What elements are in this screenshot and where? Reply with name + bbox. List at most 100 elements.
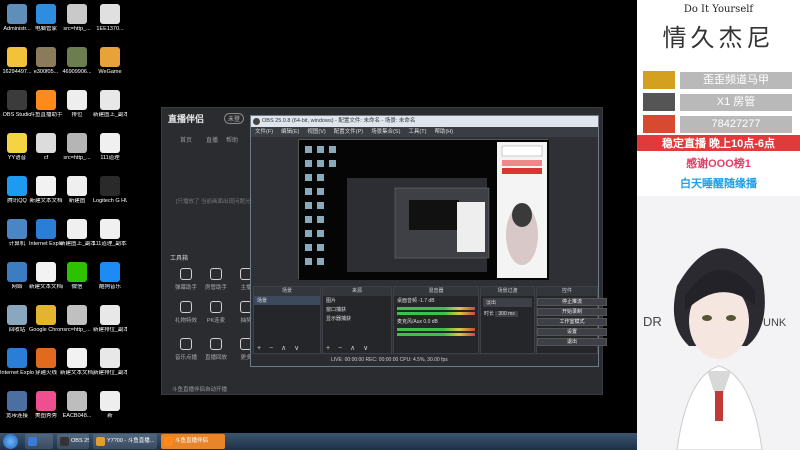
desktop-icon[interactable]: 新建文本文档(2) xyxy=(29,262,63,291)
stop-streaming-button[interactable]: 停止推流 xyxy=(537,298,607,306)
start-button[interactable] xyxy=(3,434,18,449)
desktop-icon[interactable]: 电脑管家 xyxy=(29,4,63,33)
desktop-icon[interactable]: Google Chrome xyxy=(29,305,63,334)
toolbox-item[interactable]: 直播回放 xyxy=(200,338,232,361)
studio-mode-button[interactable]: 工作室模式 xyxy=(537,318,607,326)
toolbox-item[interactable]: PK连麦 xyxy=(200,301,232,324)
desktop-icon[interactable]: 新建图 xyxy=(60,176,94,205)
controls-panel[interactable]: 控件 停止推流 开始录制 工作室模式 设置 退出 xyxy=(536,286,607,354)
desktop-icon-image xyxy=(7,90,27,110)
mixer-channel-name: 麦克风/Aux 0.0 dB xyxy=(397,319,438,325)
desktop-icon-image xyxy=(100,305,120,325)
desktop-icon-image xyxy=(36,262,56,282)
desktop-icon[interactable]: Internet Explorer xyxy=(29,219,63,248)
obs-preview[interactable] xyxy=(298,139,549,280)
obs-menu-tools[interactable]: 工具(T) xyxy=(408,127,426,137)
taskbar-item[interactable]: Y7?00 - 斗鱼直播... xyxy=(93,434,157,449)
desktop-icon[interactable]: Logitech G HUB xyxy=(93,176,127,205)
assistant-menu-home[interactable]: 首页 xyxy=(180,135,192,144)
rank-icon xyxy=(643,71,675,89)
duration-input[interactable]: 300 ms xyxy=(495,311,518,317)
desktop-icon[interactable]: src=http_... xyxy=(60,305,94,334)
taskbar-item[interactable]: 斗鱼直播伴侣 xyxy=(161,434,225,449)
desktop-icon[interactable]: 新建排位_副本_副本_副本 xyxy=(93,348,127,377)
desktop-icon-image xyxy=(100,219,120,239)
taskbar-item[interactable]: OBS 25.0.8 (64... xyxy=(57,434,89,449)
desktop-icon[interactable]: 微信 xyxy=(60,262,94,291)
desktop-icon[interactable]: 新建文本文档 xyxy=(29,176,63,205)
duration-row: 时长 300 ms xyxy=(481,309,534,318)
obs-menu-edit[interactable]: 编辑(E) xyxy=(281,127,299,137)
desktop-icon-image xyxy=(100,262,120,282)
audio-meter xyxy=(397,307,475,310)
desktop-icon[interactable]: 新 xyxy=(93,391,127,420)
desktop-icon-label: EACB048... xyxy=(62,413,92,419)
desktop-icon[interactable]: 美图秀秀 xyxy=(29,391,63,420)
desktop-icon[interactable]: 46909906... xyxy=(60,47,94,76)
obs-menu-help[interactable]: 帮助(H) xyxy=(434,127,453,137)
desktop-icon-label: src=http_... xyxy=(63,327,91,333)
desktop-icon[interactable]: src=http_... xyxy=(60,133,94,162)
transition-select[interactable]: 淡出 xyxy=(483,298,532,307)
notice-line: 感谢OOO榜1 xyxy=(637,155,800,171)
desktop-icon[interactable]: 111道理_副本22222_... xyxy=(93,219,127,248)
desktop-icon[interactable]: WeGame xyxy=(93,47,127,76)
desktop-icon[interactable]: 新建文本文档_副本 xyxy=(60,348,94,377)
settings-button[interactable]: 设置 xyxy=(537,328,607,336)
toolbox-item[interactable]: 房管助手 xyxy=(200,268,232,291)
taskbar-item-label: 斗鱼直播伴侣 xyxy=(175,438,209,444)
desktop-icon-image xyxy=(67,305,87,325)
toolbox-item[interactable]: 礼物特效 xyxy=(170,301,202,324)
auto-start-checkbox[interactable]: 斗鱼直播伴侣自动开播 xyxy=(172,385,227,393)
desktop-icon[interactable]: 新建图上_副本3333_副本 xyxy=(93,90,127,119)
exit-button[interactable]: 退出 xyxy=(537,338,607,346)
source-item[interactable]: 窗口捕获 xyxy=(323,305,391,314)
obs-menu-file[interactable]: 文件(F) xyxy=(255,127,273,137)
desktop-icon[interactable]: 111道理 xyxy=(93,133,127,162)
scenes-header: 场景 xyxy=(254,287,320,296)
desktop-icon[interactable]: 穿越火线 xyxy=(29,348,63,377)
desktop-icon[interactable]: src=http_... xyxy=(60,4,94,33)
obs-titlebar[interactable]: OBS 25.0.8 (64-bit, windows) - 配置文件: 未命名… xyxy=(251,116,598,127)
source-item[interactable]: 显示器捕获 xyxy=(323,314,391,323)
desktop-icon-image xyxy=(36,348,56,368)
desktop-icon[interactable]: EACB048... xyxy=(60,391,94,420)
desktop-icon[interactable]: 新建图上_副本 xyxy=(60,219,94,248)
scenes-panel[interactable]: 场景 场景 + − ∧ ∨ xyxy=(253,286,321,354)
assistant-menu-live[interactable]: 直播 xyxy=(206,135,218,144)
desktop-icon[interactable]: 酷狗音乐 xyxy=(93,262,127,291)
desktop-icon[interactable]: 排位 xyxy=(60,90,94,119)
desktop-icon[interactable]: e300f05... xyxy=(29,47,63,76)
desktop-icon[interactable]: 斗鱼直播助手 xyxy=(29,90,63,119)
mixer-channel-name: 桌面音频 -1.7 dB xyxy=(397,298,435,304)
sources-footer-buttons[interactable]: + − ∧ ∨ xyxy=(326,344,371,352)
desktop-icon-label: 排位 xyxy=(71,112,83,118)
assistant-login-badge[interactable]: 未登 xyxy=(224,113,245,124)
desktop-icon-image xyxy=(7,4,27,24)
desktop-icon-image xyxy=(100,47,120,67)
scenes-footer-buttons[interactable]: + − ∧ ∨ xyxy=(257,344,302,352)
rank-row: X1 房管 xyxy=(637,92,800,112)
start-recording-button[interactable]: 开始录制 xyxy=(537,308,607,316)
desktop-icon[interactable]: cf xyxy=(29,133,63,162)
audio-mixer-panel[interactable]: 混音器 桌面音频 -1.7 dB 麦克风/Aux 0.0 dB xyxy=(393,286,479,354)
sources-panel[interactable]: 来源 图片 窗口捕获 显示器捕获 + − ∧ ∨ xyxy=(322,286,392,354)
desktop-icon-label: 斗鱼直播助手 xyxy=(29,112,63,118)
obs-window[interactable]: OBS 25.0.8 (64-bit, windows) - 配置文件: 未命名… xyxy=(250,115,607,367)
toolbox-item[interactable]: 音乐点播 xyxy=(170,338,202,361)
desktop-icon-image xyxy=(67,391,87,411)
assistant-menu-help[interactable]: 帮助 xyxy=(226,135,238,144)
obs-menu-profile[interactable]: 配置文件(P) xyxy=(334,127,363,137)
desktop-icon-label: 新建图上_副本 xyxy=(60,241,94,247)
obs-menu-scene-collection[interactable]: 场景集合(S) xyxy=(371,127,400,137)
toolbox-item[interactable]: 弹幕助手 xyxy=(170,268,202,291)
desktop-icon[interactable]: 新建排位_副本_副本 xyxy=(93,305,127,334)
source-item[interactable]: 图片 xyxy=(323,296,391,305)
taskbar-item[interactable] xyxy=(25,434,53,449)
portrait-graphic: DR UNK xyxy=(637,196,800,450)
obs-menu-view[interactable]: 视图(V) xyxy=(307,127,325,137)
transitions-panel[interactable]: 场景过渡 淡出 时长 300 ms xyxy=(480,286,535,354)
desktop-icon-label: Internet Explorer xyxy=(29,241,63,247)
scene-item[interactable]: 场景 xyxy=(254,296,320,305)
desktop-icon[interactable]: 1EE1370... xyxy=(93,4,127,33)
